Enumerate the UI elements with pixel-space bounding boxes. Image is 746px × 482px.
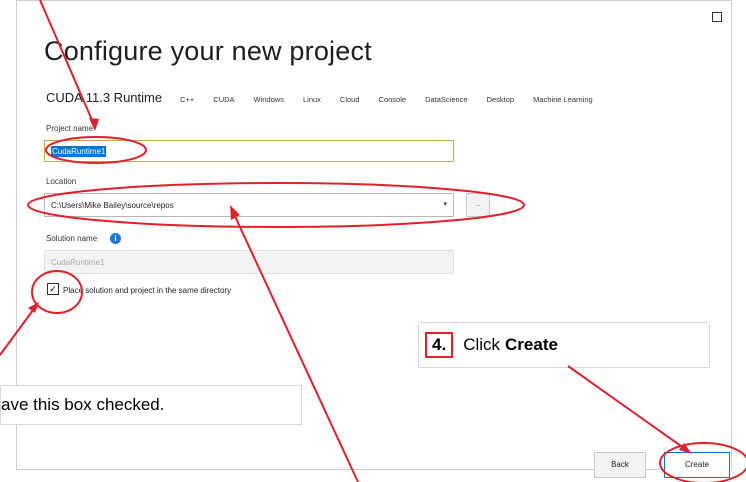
checkbox-arrow [0, 305, 37, 356]
create-arrow [567, 365, 689, 452]
location-highlight-ellipse [27, 182, 525, 228]
location-arrowhead [230, 205, 240, 220]
annotation-overlay [0, 0, 746, 482]
checkbox-highlight-ellipse [31, 270, 83, 314]
project-name-arrow [39, 0, 96, 128]
create-highlight-ellipse [659, 442, 746, 482]
project-name-highlight-ellipse [45, 136, 147, 164]
checkbox-arrowhead [28, 302, 39, 313]
location-arrow [232, 211, 359, 482]
project-name-arrowhead [89, 118, 99, 131]
